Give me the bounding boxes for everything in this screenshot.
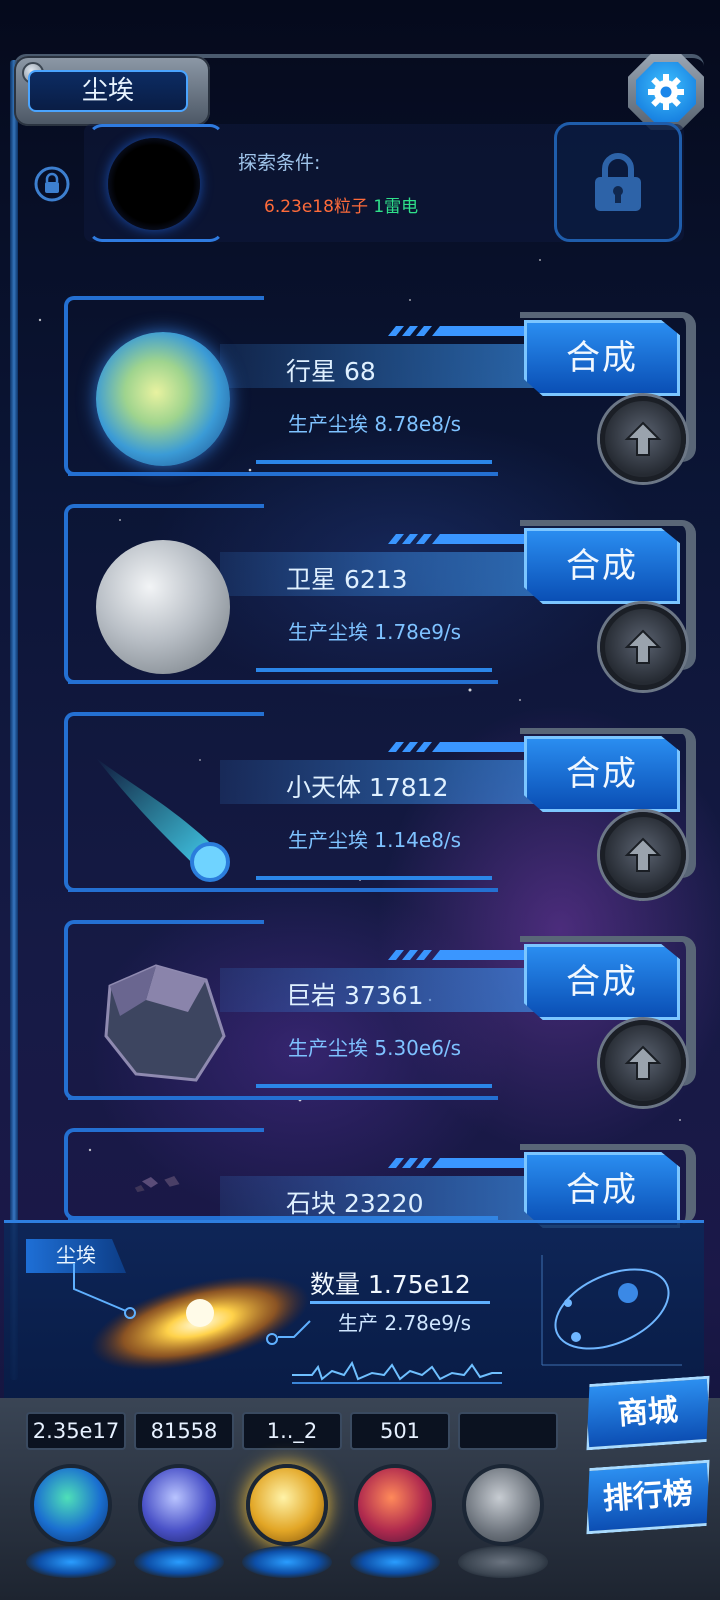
item-card-planet: 行星 68 生产尘埃 8.78e8/s 合成: [60, 296, 700, 486]
item-production: 生产尘埃 1.78e9/s: [288, 620, 462, 644]
item-card-moon: 卫星 6213 生产尘埃 1.78e9/s 合成: [60, 504, 700, 694]
requirement-particles: 6.23e18粒子: [264, 197, 368, 217]
resource-row: 2.35e17 81558 1.._2 501: [20, 1412, 560, 1452]
item-name: 巨岩 37361: [286, 981, 424, 1010]
slot-pad: [26, 1546, 116, 1578]
title-plate: 尘埃: [14, 56, 210, 126]
bottom-bar: 2.35e17 81558 1.._2 501 商城 排行榜: [0, 1398, 720, 1600]
page-title: 尘埃: [28, 70, 188, 112]
resource-value: 501: [350, 1412, 450, 1450]
slot-pad: [242, 1546, 332, 1578]
merge-button[interactable]: 合成: [524, 736, 680, 812]
item-name: 行星 68: [286, 357, 376, 386]
lightning-orb-icon: [138, 1464, 220, 1546]
item-card-boulder: 巨岩 37361 生产尘埃 5.30e6/s 合成: [60, 920, 700, 1110]
upgrade-button[interactable]: [600, 1020, 686, 1106]
up-arrow-icon: [624, 1045, 662, 1080]
brain-slot[interactable]: [346, 1464, 444, 1590]
settings-button[interactable]: [628, 54, 704, 130]
item-name: 小天体 17812: [286, 773, 449, 802]
merge-button[interactable]: 合成: [524, 1152, 680, 1228]
brain-orb-icon: [354, 1464, 436, 1546]
gear-icon: [636, 62, 696, 122]
up-arrow-icon: [624, 629, 662, 664]
comet-icon: [96, 758, 230, 882]
slot-pad: [350, 1546, 440, 1578]
merge-button[interactable]: 合成: [524, 944, 680, 1020]
left-rail: [10, 60, 18, 1380]
waveform-decoration: [292, 1360, 502, 1384]
locked-slot[interactable]: [454, 1464, 552, 1590]
item-card-comet: 小天体 17812 生产尘埃 1.14e8/s 合成: [60, 712, 700, 902]
moon-icon: [96, 540, 230, 674]
item-name: 石块 23220: [286, 1189, 424, 1218]
merge-button[interactable]: 合成: [524, 528, 680, 604]
shop-button[interactable]: 商城: [582, 1376, 714, 1451]
divider: [256, 668, 492, 672]
explore-panel: 探索条件: 6.23e18粒子 1雷电: [84, 122, 684, 242]
item-production: 生产尘埃 5.30e6/s: [288, 1036, 462, 1060]
requirement-thunder: 1雷电: [373, 197, 419, 217]
merge-button[interactable]: 合成: [524, 320, 680, 396]
particle-slot[interactable]: [22, 1464, 120, 1590]
small-lock-icon: [34, 166, 70, 202]
lightning-slot[interactable]: [130, 1464, 228, 1590]
boulder-icon: [104, 964, 226, 1082]
black-hole-icon[interactable]: [108, 138, 200, 230]
ranking-button[interactable]: 排行榜: [582, 1460, 714, 1535]
resource-value: 1.._2: [242, 1412, 342, 1450]
particle-orb-icon: [30, 1464, 112, 1546]
divider: [256, 460, 492, 464]
resource-value: 81558: [134, 1412, 234, 1450]
item-production: 生产尘埃 8.78e8/s: [288, 412, 462, 436]
lock-icon: [595, 153, 641, 211]
item-name: 卫星 6213: [286, 565, 408, 594]
resource-value: 2.35e17: [26, 1412, 126, 1450]
up-arrow-icon: [624, 421, 662, 456]
orbit-diagram-icon: [541, 1255, 682, 1366]
dust-orb-icon: [246, 1464, 328, 1546]
explore-requirements: 6.23e18粒子 1雷电: [264, 192, 418, 217]
dust-quantity: 数量 1.75e12: [310, 1270, 471, 1299]
dust-production: 生产 2.78e9/s: [338, 1311, 472, 1335]
upgrade-button[interactable]: [600, 604, 686, 690]
upgrade-button[interactable]: [600, 396, 686, 482]
planet-icon: [96, 332, 230, 466]
dust-slot[interactable]: [238, 1464, 336, 1590]
up-arrow-icon: [624, 837, 662, 872]
resource-value: [458, 1412, 558, 1450]
quantity-underline: [310, 1301, 490, 1304]
rocks-icon: [134, 1176, 180, 1193]
dust-panel: 尘埃 数量 1.75e12 生产 2.78e9/s: [4, 1220, 704, 1398]
explore-lock-button[interactable]: [554, 122, 682, 242]
divider: [256, 1084, 492, 1088]
upgrade-button[interactable]: [600, 812, 686, 898]
locked-orb-icon: [462, 1464, 544, 1546]
item-production: 生产尘埃 1.14e8/s: [288, 828, 462, 852]
explore-label: 探索条件:: [238, 152, 321, 174]
divider: [256, 876, 492, 880]
slot-pad: [458, 1546, 548, 1578]
slot-pad: [134, 1546, 224, 1578]
